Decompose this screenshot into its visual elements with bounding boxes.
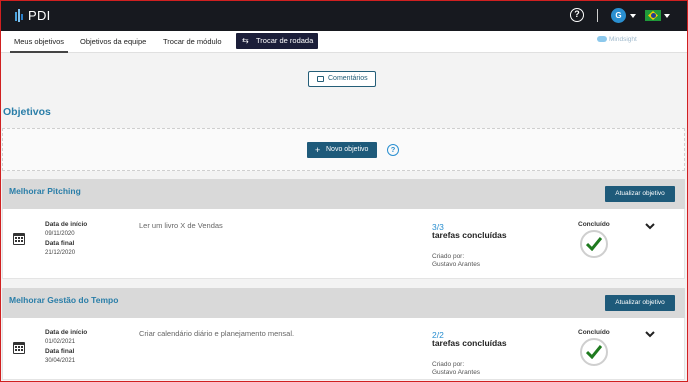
start-date-value: 09/11/2020 bbox=[45, 231, 75, 237]
objective-header: Melhorar Pitching Atualizar objetivo bbox=[2, 179, 685, 209]
plus-icon: + bbox=[315, 145, 321, 155]
update-objective-button[interactable]: Atualizar objetivo bbox=[605, 295, 675, 311]
chevron-down-icon[interactable] bbox=[645, 223, 655, 230]
status-label: Concluído bbox=[578, 221, 610, 228]
comment-icon bbox=[317, 76, 324, 82]
calendar-icon bbox=[13, 233, 25, 245]
created-by-name: Gustavo Arantes bbox=[432, 369, 481, 376]
start-date-value: 01/02/2021 bbox=[45, 339, 76, 345]
cloud-icon bbox=[597, 36, 607, 42]
objective-title: Melhorar Pitching bbox=[9, 186, 81, 196]
comments-button[interactable]: Comentários bbox=[308, 71, 376, 87]
top-bar: PDI ? G bbox=[0, 0, 688, 31]
completed-check-icon bbox=[580, 338, 608, 366]
tab-meus-objetivos[interactable]: Meus objetivos bbox=[9, 31, 69, 53]
created-by-label: Criado por: bbox=[432, 361, 465, 368]
tab-bar: Meus objetivos Objetivos da equipe Troca… bbox=[0, 31, 688, 53]
switch-round-button[interactable]: ⇆ Trocar de rodada bbox=[236, 33, 318, 49]
tab-trocar-modulo[interactable]: Trocar de módulo bbox=[163, 31, 222, 53]
start-date-label: Data de início bbox=[45, 329, 88, 336]
mindsight-logo: Mindsight bbox=[597, 36, 637, 43]
end-date-label: Data final bbox=[45, 240, 75, 247]
end-date-value: 30/04/2021 bbox=[45, 358, 76, 364]
calendar-icon bbox=[13, 342, 25, 354]
created-by-label: Criado por: bbox=[432, 253, 465, 260]
objective-description: Ler um livro X de Vendas bbox=[139, 221, 223, 230]
tasks-label: tarefas concluídas bbox=[432, 338, 507, 348]
chevron-down-icon[interactable] bbox=[664, 14, 670, 18]
end-date-value: 21/12/2020 bbox=[45, 250, 76, 256]
objective-description: Criar calendário diário e planejamento m… bbox=[139, 329, 295, 338]
divider bbox=[597, 9, 598, 22]
page-title: Objetivos bbox=[3, 106, 51, 118]
update-objective-button[interactable]: Atualizar objetivo bbox=[605, 186, 675, 202]
start-date-label: Data de início bbox=[45, 221, 88, 228]
brazil-flag-icon[interactable] bbox=[645, 10, 661, 21]
created-by-name: Gustavo Arantes bbox=[432, 261, 481, 268]
swap-arrows-icon: ⇆ bbox=[242, 36, 249, 45]
completed-check-icon bbox=[580, 230, 608, 258]
new-objective-button[interactable]: + Novo objetivo bbox=[307, 142, 377, 158]
app-title: PDI bbox=[28, 8, 51, 23]
avatar[interactable]: G bbox=[611, 8, 626, 23]
objective-title: Melhorar Gestão do Tempo bbox=[9, 295, 119, 305]
end-date-label: Data final bbox=[45, 348, 75, 355]
objective-header: Melhorar Gestão do Tempo Atualizar objet… bbox=[2, 288, 685, 318]
help-icon[interactable]: ? bbox=[570, 8, 584, 22]
chevron-down-icon[interactable] bbox=[630, 14, 636, 18]
tasks-label: tarefas concluídas bbox=[432, 230, 507, 240]
pdi-logo-icon bbox=[15, 9, 23, 22]
chevron-down-icon[interactable] bbox=[645, 331, 655, 338]
status-label: Concluído bbox=[578, 329, 610, 336]
tab-objetivos-equipe[interactable]: Objetivos da equipe bbox=[80, 31, 146, 53]
help-icon[interactable]: ? bbox=[387, 144, 399, 156]
